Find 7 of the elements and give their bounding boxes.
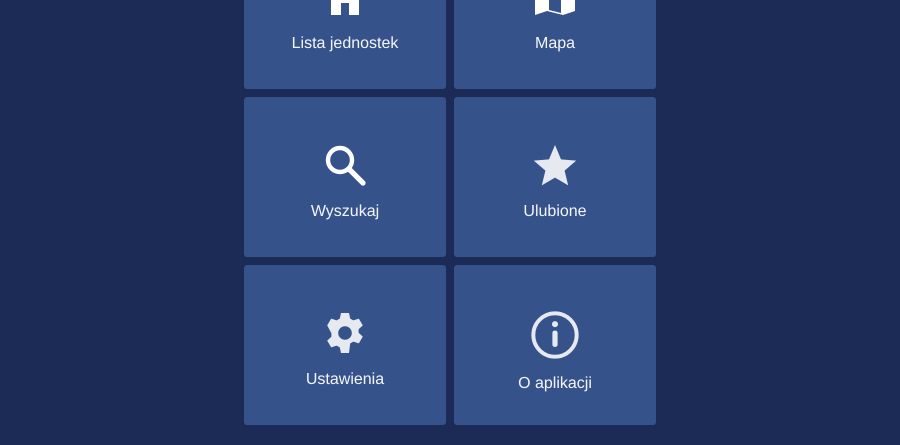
menu-tile[interactable]: Wyszukaj	[244, 97, 446, 257]
menu-tile[interactable]: Ulubione	[454, 97, 656, 257]
info-icon	[529, 309, 581, 361]
menu-tile[interactable]: Mapa	[454, 0, 656, 89]
menu-tile[interactable]: Ustawienia	[244, 265, 446, 425]
menu-tile[interactable]: O aplikacji	[454, 265, 656, 425]
menu-tile[interactable]: Lista jednostek	[244, 0, 446, 89]
